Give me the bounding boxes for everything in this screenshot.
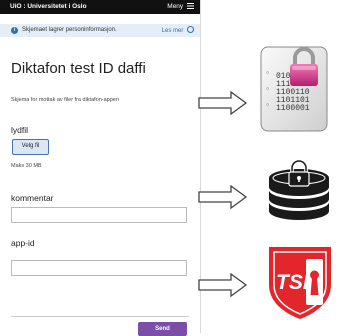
- padlock-icon: [288, 159, 310, 187]
- svg-text:○: ○: [266, 86, 269, 92]
- chevron-down-icon: [187, 26, 194, 33]
- arrow-right-icon: [198, 273, 248, 297]
- divider: [11, 316, 189, 317]
- menu-label: Meny: [167, 3, 184, 10]
- arrow-right-icon: [198, 91, 248, 115]
- notice-message: Skjemaet lagrer personinformasjon.: [22, 27, 117, 33]
- tsd-shield-logo: TSD: [269, 247, 331, 319]
- app-id-field[interactable]: [11, 260, 187, 276]
- top-bar: UiO : Universitetet i Oslo Meny: [0, 0, 200, 14]
- read-more-link[interactable]: Les mer: [161, 26, 194, 35]
- uio-logo[interactable]: UiO : Universitetet i Oslo: [10, 3, 87, 10]
- audio-file-label: lydfil: [11, 125, 29, 135]
- comment-label: kommentar: [11, 193, 54, 203]
- comment-field[interactable]: [11, 207, 187, 223]
- locked-database-icon: [269, 159, 329, 220]
- read-more-label: Les mer: [161, 28, 184, 35]
- info-icon: i: [11, 27, 18, 34]
- menu-icon: [187, 3, 194, 10]
- svg-text:○: ○: [266, 102, 269, 108]
- menu-button[interactable]: Meny: [167, 3, 194, 10]
- upload-form-screen: UiO : Universitetet i Oslo Meny i Skjema…: [0, 0, 201, 336]
- arrow-right-icon: [198, 185, 248, 209]
- max-size-hint: Maks 30 MB: [11, 163, 42, 169]
- form-description: Skjema for mottak av filer fra diktafon-…: [11, 97, 119, 103]
- choose-file-button[interactable]: Velg fil: [12, 139, 49, 155]
- binary-line: 1100001: [276, 104, 310, 113]
- privacy-notice: i Skjemaet lagrer personinformasjon. Les…: [0, 24, 200, 37]
- svg-text:○: ○: [266, 70, 269, 76]
- app-id-label: app-id: [11, 238, 35, 248]
- page-title: Diktafon test ID daffi: [11, 60, 146, 77]
- encrypted-file-icon: ○ ○ ○ 010 111 1100110 1101101 1100001: [260, 46, 328, 132]
- send-button[interactable]: Send: [138, 322, 187, 336]
